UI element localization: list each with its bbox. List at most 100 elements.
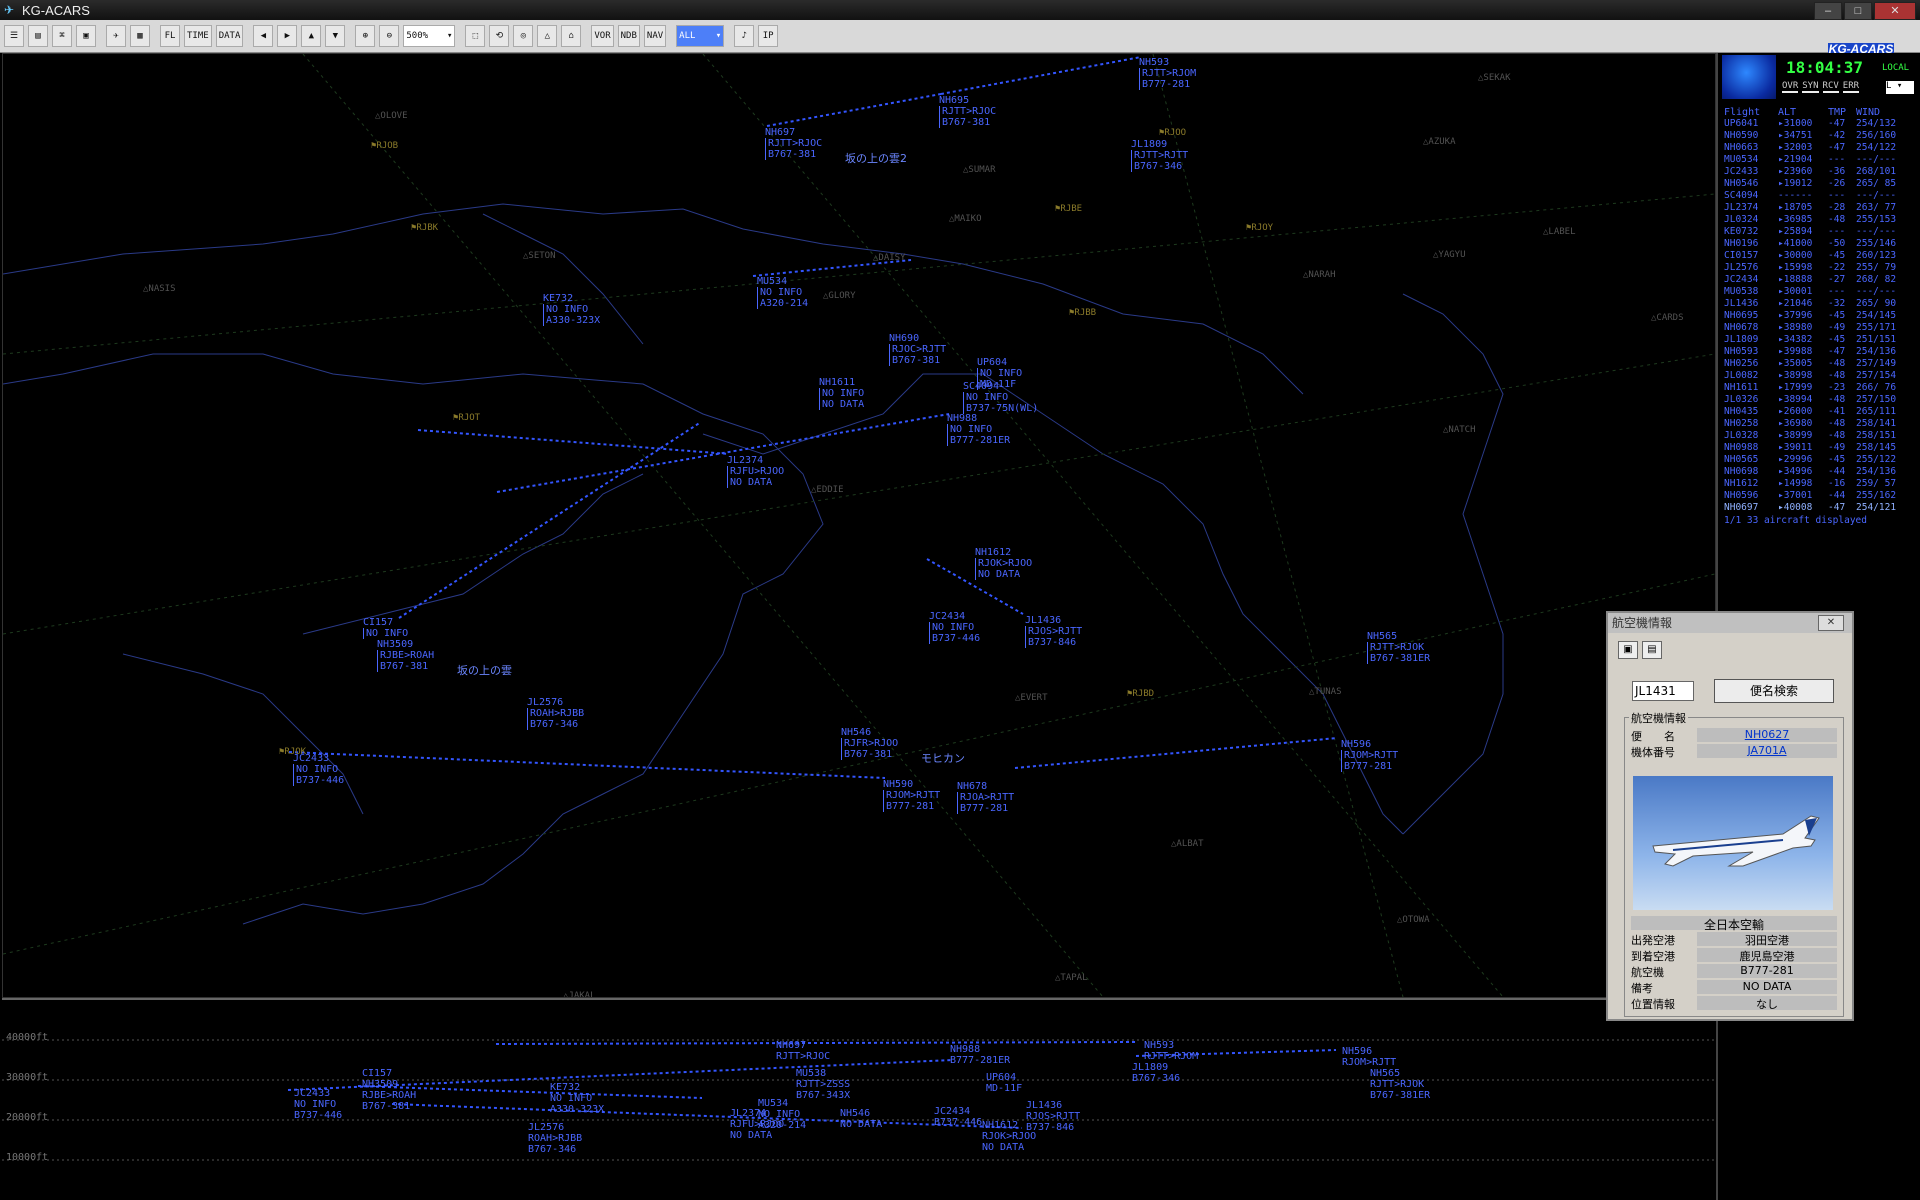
arrow-down-icon[interactable]: ▼ [325,25,346,47]
flight-list-row[interactable]: NH0697 ▸40008 -47 254/121 [1724,502,1918,514]
flight-list-row[interactable]: NH0258 ▸36980 -48 258/141 [1724,418,1918,430]
profile-flight-tag[interactable]: JL1809 B767-346 [1132,1062,1180,1084]
flight-list-row[interactable]: JL0324 ▸36985 -48 255/153 [1724,214,1918,226]
flight-list-row[interactable]: JL0326 ▸38994 -48 257/150 [1724,394,1918,406]
flight-tag[interactable]: NH695 RJTT>RJOC B767-381 [939,95,996,128]
flight-tag[interactable]: KE732 NO INFO A330-323X [543,293,600,326]
arrow-left-icon[interactable]: ◀ [253,25,274,47]
flight-list-row[interactable]: NH0678 ▸38980 -49 255/171 [1724,322,1918,334]
plane-icon[interactable]: ✈ [106,25,126,47]
maximize-button[interactable]: □ [1844,2,1872,20]
filter-select[interactable]: ALL ▾ [676,25,725,47]
flight-tag[interactable]: JC2433 NO INFO B737-446 [293,753,344,786]
triangle-icon[interactable]: △ [537,25,558,47]
profile-flight-tag[interactable]: KE732 NO INFO A330-323X [550,1082,604,1115]
flight-list-row[interactable]: NH0565 ▸29996 -45 255/122 [1724,454,1918,466]
profile-flight-tag[interactable]: NH1612 RJOK>RJOO NO DATA [982,1120,1036,1153]
flight-tag[interactable]: JL2576 ROAH>RJBB B767-346 [527,697,584,730]
flight-tag[interactable]: MU534 NO INFO A320-214 [757,276,808,309]
flight-list-row[interactable]: NH0698 ▸34996 -44 254/136 [1724,466,1918,478]
flight-tag[interactable]: NH1612 RJOK>RJOO NO DATA [975,547,1032,580]
flight-list-row[interactable]: MU0534 ▸21904 --- ---/--- [1724,154,1918,166]
flight-tag[interactable]: NH596 RJOM>RJTT B777-281 [1341,739,1398,772]
arrow-up-icon[interactable]: ▲ [301,25,322,47]
minimize-button[interactable]: – [1814,2,1842,20]
flight-tag[interactable]: NH3509 RJBE>ROAH B767-381 坂の上の雲 [377,639,512,677]
altitude-profile[interactable]: 40000ft 30000ft 20000ft 10000ft NH697 RJTT>… [2,998,1714,1200]
time-button[interactable]: TIME [184,25,212,47]
flight-tag[interactable]: NH593 RJTT>RJOM B777-281 [1139,57,1196,90]
profile-flight-tag[interactable]: NH697 RJTT>RJOC [776,1040,830,1062]
flight-list-row[interactable]: NH0546 ▸19012 -26 265/ 85 [1724,178,1918,190]
flight-list-row[interactable]: JL0328 ▸38999 -48 258/151 [1724,430,1918,442]
frame-icon[interactable]: ⬚ [465,25,486,47]
profile-flight-tag[interactable]: NH593 RJTT>RJOM [1144,1040,1198,1062]
flight-tag[interactable]: JC2434 NO INFO B737-446 [929,611,980,644]
profile-flight-tag[interactable]: JC2434 B737-446 [934,1106,982,1128]
flight-list-row[interactable]: JL2374 ▸18705 -28 263/ 77 [1724,202,1918,214]
flight-list-row[interactable]: JL1436 ▸21046 -32 265/ 90 [1724,298,1918,310]
info-icon[interactable]: ▣ [1618,641,1638,659]
profile-flight-tag[interactable]: MU538 RJTT>ZSSS B767-343X [796,1068,850,1101]
radar-map[interactable]: △OLOVE△SEKAK△DENOK△AZUKA△SUMAR△MAIKO△SET… [2,53,1716,998]
table-icon[interactable]: ▤ [28,25,48,47]
flight-search-input[interactable]: JL1431 [1632,681,1694,701]
flight-tag[interactable]: JL1436 RJOS>RJTT B737-846 [1025,615,1082,648]
flight-list-row[interactable]: SC4094 ------ --- ---/--- [1724,190,1918,202]
route-icon[interactable]: ⌘ [52,25,72,47]
doc-icon[interactable]: ▣ [76,25,96,47]
flight-list-row[interactable]: KE0732 ▸25894 --- ---/--- [1724,226,1918,238]
flight-list-row[interactable]: NH0256 ▸35005 -48 257/149 [1724,358,1918,370]
flight-tag[interactable]: NH565 RJTT>RJOK B767-381ER [1367,631,1430,664]
flight-list-row[interactable]: NH0593 ▸39988 -47 254/136 [1724,346,1918,358]
trash-icon[interactable]: ⌂ [561,25,582,47]
list-icon[interactable]: ▤ [1642,641,1662,659]
flight-tag[interactable]: NH678 RJOA>RJTT B777-281 [957,781,1014,814]
link-icon[interactable]: ⟲ [489,25,510,47]
grid-icon[interactable]: ▦ [130,25,150,47]
flight-list-row[interactable]: CI0157 ▸30000 -45 260/123 [1724,250,1918,262]
flight-list-row[interactable]: NH0435 ▸26000 -41 265/111 [1724,406,1918,418]
flight-list-row[interactable]: UP6041 ▸31000 -47 254/132 [1724,118,1918,130]
flight-list-row[interactable]: NH1612 ▸14998 -16 259/ 57 [1724,478,1918,490]
flight-tag[interactable]: NH988 NO INFO B777-281ER [947,413,1010,446]
profile-flight-tag[interactable]: NH546 NO DATA [840,1108,882,1130]
list-icon[interactable]: ☰ [4,25,24,47]
flight-tag[interactable]: NH590 RJOM>RJTT B777-281 [883,779,940,812]
profile-flight-tag[interactable]: UP604 MD-11F [986,1072,1022,1094]
profile-flight-tag[interactable]: JL2576 ROAH>RJBB B767-346 [528,1122,582,1155]
flight-list-row[interactable]: JL2576 ▸15998 -22 255/ 79 [1724,262,1918,274]
speaker-icon[interactable]: ♪ [734,25,755,47]
airport[interactable]: ⚑RJBE [1055,204,1082,214]
layer-select[interactable]: L ▾ [1886,81,1914,94]
airport[interactable]: ⚑RJOY [1246,223,1273,233]
ip-button[interactable]: IP [758,25,779,47]
zoom-in-icon[interactable]: ⊕ [355,25,376,47]
profile-flight-tag[interactable]: NH988 B777-281ER [950,1044,1010,1066]
flight-list-row[interactable]: NH0596 ▸37001 -44 255/162 [1724,490,1918,502]
close-button[interactable]: ✕ [1874,2,1916,20]
data-button[interactable]: DATA [215,25,244,47]
flight-list-row[interactable]: NH0590 ▸34751 -42 256/160 [1724,130,1918,142]
airport[interactable]: ⚑RJOO [1159,128,1186,138]
profile-flight-tag[interactable]: NH565 RJTT>RJOK B767-381ER [1370,1068,1430,1101]
flight-list-row[interactable]: JC2434 ▸18888 -27 268/ 82 [1724,274,1918,286]
flight-list-row[interactable]: NH0196 ▸41000 -50 255/146 [1724,238,1918,250]
dialog-close-button[interactable]: ✕ [1818,615,1844,631]
flight-list-row[interactable]: MU0538 ▸30001 --- ---/--- [1724,286,1918,298]
weather-radar-thumbnail[interactable] [1722,55,1776,99]
vor-button[interactable]: VOR [591,25,614,47]
flight-list-row[interactable]: JL1809 ▸34382 -45 251/151 [1724,334,1918,346]
registration-link[interactable]: JA701A [1697,744,1837,758]
flight-tag[interactable]: JL1809 RJTT>RJTT B767-346 [1131,139,1188,172]
nav-button[interactable]: NAV [643,25,667,47]
flight-tag[interactable]: NH697 RJTT>RJOC B767-381 坂の上の雲2 [765,127,907,165]
airport[interactable]: ⚑RJBB [1069,308,1096,318]
airport[interactable]: ⚑RJOB [371,141,398,151]
ndb-button[interactable]: NDB [617,25,640,47]
flight-number-link[interactable]: NH0627 [1697,728,1837,742]
flight-tag[interactable]: NH1611 NO INFO NO DATA [819,377,864,410]
flight-tag[interactable]: NH690 RJOC>RJTT B767-381 [889,333,946,366]
profile-flight-tag[interactable]: CI157 NH3509 RJBE>ROAH B767-381 [362,1068,416,1112]
flight-search-button[interactable]: 便名検索 [1714,679,1834,703]
